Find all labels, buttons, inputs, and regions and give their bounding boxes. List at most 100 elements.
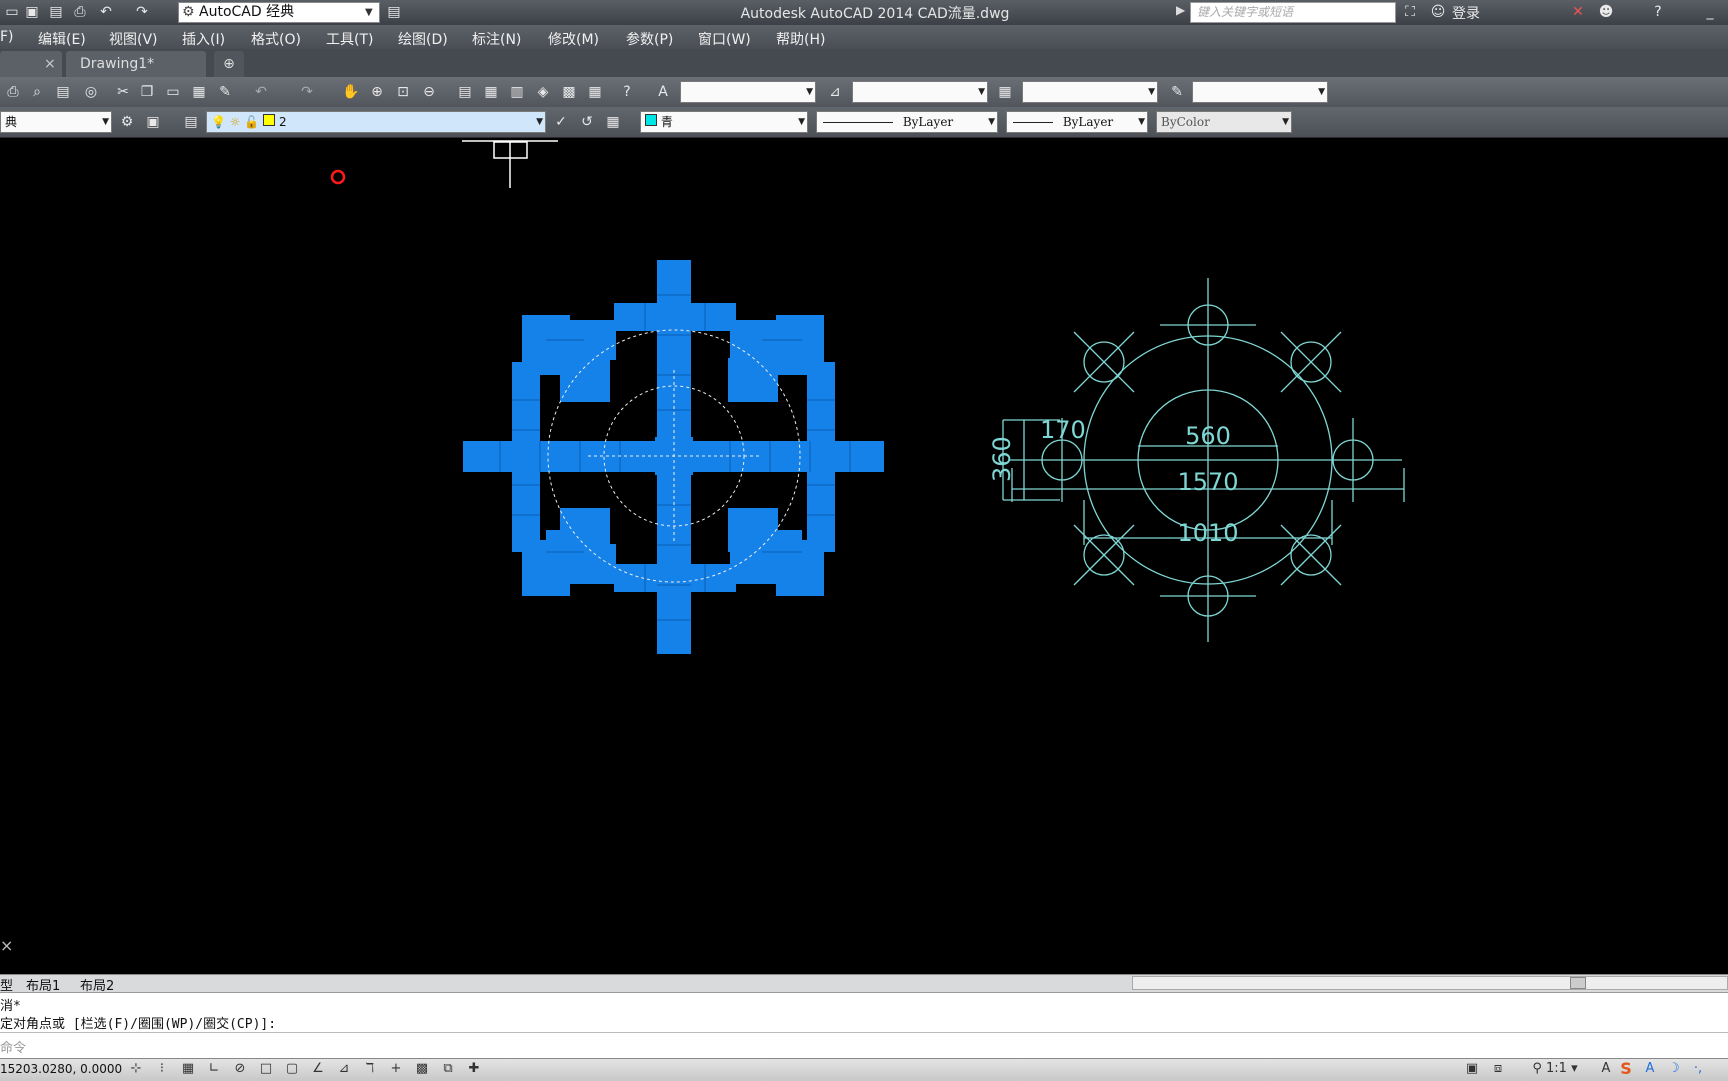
file-tab-drawing1[interactable]: Drawing1* <box>66 51 206 77</box>
minimize-icon[interactable]: _ <box>1700 3 1720 21</box>
menu-window[interactable]: 窗口(W) <box>698 29 751 49</box>
workspace-select[interactable]: ⚙ AutoCAD 经典 ▼ <box>178 2 380 23</box>
expand-arrow-icon[interactable]: ▶ <box>1176 3 1185 17</box>
paste-icon[interactable]: ▭ <box>162 81 184 103</box>
ortho-icon[interactable]: ∟ <box>204 1060 224 1078</box>
linetype-select[interactable]: ByLayer ▼ <box>816 111 998 133</box>
match-properties-icon[interactable]: ✎ <box>214 81 236 103</box>
horizontal-scrollbar[interactable] <box>1132 976 1728 990</box>
ime-punctuation-icon[interactable]: ·, <box>1688 1060 1708 1078</box>
redo-icon[interactable]: ↷ <box>296 81 318 103</box>
grid-icon[interactable]: ▦ <box>178 1060 198 1078</box>
selection-cycling-icon[interactable]: ✚ <box>464 1060 484 1078</box>
help-icon[interactable]: ? <box>616 81 638 103</box>
3d-dwf-icon[interactable]: ◎ <box>80 81 102 103</box>
text-style-select[interactable]: ▼ <box>680 81 816 103</box>
menu-parametric[interactable]: 参数(P) <box>626 29 673 49</box>
save-icon[interactable]: ▣ <box>22 3 42 21</box>
workspace-combo[interactable]: 典 ▼ <box>0 111 112 133</box>
layer-states-icon[interactable]: ▦ <box>602 111 624 133</box>
menu-draw[interactable]: 绘图(D) <box>398 29 448 49</box>
search-input[interactable]: 键入关键字或短语 <box>1190 2 1396 23</box>
command-input[interactable]: 命令 <box>0 1032 1728 1059</box>
model-icon[interactable]: ▣ <box>1462 1060 1482 1078</box>
layer-properties-icon[interactable]: ▤ <box>180 111 202 133</box>
otrack-icon[interactable]: ∠ <box>308 1060 328 1078</box>
transparency-icon[interactable]: ▩ <box>412 1060 432 1078</box>
drawing-canvas[interactable]: 170 360 560 1570 1010 × <box>0 138 1728 974</box>
menu-modify[interactable]: 修改(M) <box>548 29 599 49</box>
plotstyle-select[interactable]: ByColor ▼ <box>1156 111 1292 133</box>
paste-block-icon[interactable]: ▦ <box>188 81 210 103</box>
polar-icon[interactable]: ⊘ <box>230 1060 250 1078</box>
undo-icon[interactable]: ↶ <box>96 3 116 21</box>
help-icon[interactable]: ? <box>1648 3 1668 21</box>
ime-moon-icon[interactable]: ☽ <box>1664 1060 1684 1078</box>
customize-icon[interactable]: ▣ <box>142 111 164 133</box>
markup-icon[interactable]: ▩ <box>558 81 580 103</box>
ducs-icon[interactable]: ⊿ <box>334 1060 354 1078</box>
text-style-icon[interactable]: A <box>652 81 674 103</box>
lineweight-select[interactable]: ByLayer ▼ <box>1006 111 1148 133</box>
dim-style-select[interactable]: ▼ <box>852 81 988 103</box>
menu-edit[interactable]: 编辑(E) <box>38 29 86 49</box>
multileader-style-select[interactable]: ▼ <box>1192 81 1328 103</box>
table-style-select[interactable]: ▼ <box>1022 81 1158 103</box>
copy-icon[interactable]: ❐ <box>136 81 158 103</box>
dim-style-icon[interactable]: ⊿ <box>824 81 846 103</box>
dyn-icon[interactable]: ℸ <box>360 1060 380 1078</box>
close-icon[interactable]: × <box>44 51 56 77</box>
new-tab-button[interactable]: ⊕ <box>214 51 244 77</box>
tool-palettes-icon[interactable]: ▥ <box>506 81 528 103</box>
account-icon[interactable]: ☻ <box>1596 3 1616 21</box>
redo-icon[interactable]: ↷ <box>132 3 152 21</box>
open-icon[interactable]: ▭ <box>2 3 22 21</box>
snap-mode-icon[interactable]: ⁝ <box>152 1060 172 1078</box>
exchange-icon[interactable]: ✕ <box>1568 3 1588 21</box>
zoom-realtime-icon[interactable]: ⊕ <box>366 81 388 103</box>
undo-icon[interactable]: ↶ <box>250 81 272 103</box>
user-icon[interactable]: ☺ <box>1428 3 1448 21</box>
ime-logo-icon[interactable]: S <box>1616 1060 1636 1078</box>
zoom-window-icon[interactable]: ⊡ <box>392 81 414 103</box>
make-current-icon[interactable]: ✓ <box>550 111 572 133</box>
quick-properties-icon[interactable]: ⧉ <box>438 1060 458 1078</box>
binoculars-icon[interactable]: ⛶ <box>1400 3 1420 21</box>
preview-icon[interactable]: ⌕ <box>26 81 48 103</box>
annotation-visibility-icon[interactable]: A <box>1596 1060 1616 1078</box>
zoom-previous-icon[interactable]: ⊖ <box>418 81 440 103</box>
layer-state-icon[interactable]: ▤ <box>384 3 404 21</box>
menu-insert[interactable]: 插入(I) <box>182 29 225 49</box>
menu-file[interactable]: F) <box>0 29 14 45</box>
file-tab-current[interactable]: × <box>0 51 62 77</box>
color-select[interactable]: 青 ▼ <box>640 111 808 133</box>
3d-osnap-icon[interactable]: ▢ <box>282 1060 302 1078</box>
menu-view[interactable]: 视图(V) <box>109 29 158 49</box>
annotation-scale[interactable]: ⚲ 1:1 ▾ <box>1530 1060 1580 1078</box>
save-as-icon[interactable]: ▤ <box>46 3 66 21</box>
properties-icon[interactable]: ▤ <box>454 81 476 103</box>
table-style-icon[interactable]: ▦ <box>994 81 1016 103</box>
settings-icon[interactable]: ⚙ <box>116 111 138 133</box>
multileader-style-icon[interactable]: ✎ <box>1166 81 1188 103</box>
lineweight-toggle-icon[interactable]: + <box>386 1060 406 1078</box>
login-link[interactable]: 登录 <box>1452 3 1480 23</box>
menu-dimension[interactable]: 标注(N) <box>472 29 521 49</box>
cut-icon[interactable]: ✂ <box>112 81 134 103</box>
plot-icon[interactable]: ⎙ <box>2 81 24 103</box>
infer-constraints-icon[interactable]: ⊹ <box>126 1060 146 1078</box>
ime-mode-icon[interactable]: A <box>1640 1060 1660 1078</box>
layer-previous-icon[interactable]: ↺ <box>576 111 598 133</box>
design-center-icon[interactable]: ▦ <box>480 81 502 103</box>
layer-select[interactable]: 💡 ☼ 🔓 2 ▼ <box>206 111 546 133</box>
print-icon[interactable]: ⎙ <box>70 3 90 21</box>
pan-icon[interactable]: ✋ <box>340 81 362 103</box>
menu-help[interactable]: 帮助(H) <box>776 29 825 49</box>
menu-format[interactable]: 格式(O) <box>251 29 301 49</box>
publish-icon[interactable]: ▤ <box>52 81 74 103</box>
calculator-icon[interactable]: ▦ <box>584 81 606 103</box>
sheet-set-icon[interactable]: ◈ <box>532 81 554 103</box>
osnap-icon[interactable]: □ <box>256 1060 276 1078</box>
scrollbar-thumb[interactable] <box>1570 977 1586 989</box>
quick-view-icon[interactable]: ⧈ <box>1488 1060 1508 1078</box>
